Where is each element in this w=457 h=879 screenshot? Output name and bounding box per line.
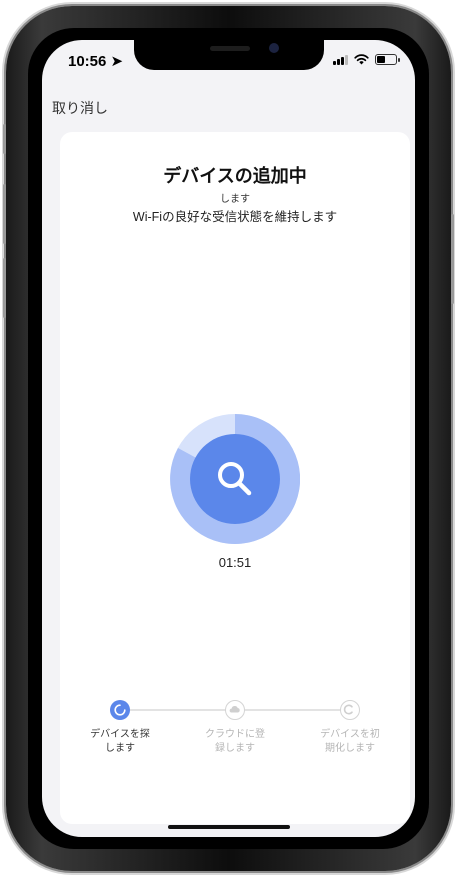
step-connector	[120, 709, 228, 711]
initialize-icon	[343, 704, 353, 715]
loading-icon	[114, 704, 126, 716]
step-2-label: クラウドに登 録します	[205, 729, 265, 754]
front-camera	[269, 43, 279, 53]
status-icons	[333, 54, 400, 65]
content-card: デバイスの追加中 します Wi-Fiの良好な受信状態を維持します 01:51 デ…	[60, 132, 410, 824]
speaker	[210, 46, 250, 51]
battery-icon	[375, 54, 400, 65]
status-time: 10:56 ➤	[68, 53, 124, 70]
cellular-signal-icon	[333, 54, 348, 65]
home-indicator[interactable]	[168, 825, 290, 829]
volume-up-button	[3, 184, 6, 244]
step-3-label: デバイスを初 期化します	[320, 729, 380, 754]
mute-switch	[3, 124, 6, 154]
notch	[134, 40, 324, 70]
volume-down-button	[3, 258, 6, 318]
subtitle: Wi-Fiの良好な受信状態を維持します	[132, 210, 338, 224]
step-connector	[242, 709, 350, 711]
scan-timer: 01:51	[218, 555, 252, 570]
page-title: デバイスの追加中	[163, 166, 307, 186]
wifi-icon	[354, 54, 369, 65]
step-1-indicator	[110, 700, 130, 720]
radar-core	[190, 434, 280, 524]
cloud-icon	[229, 706, 240, 713]
step-1-label: デバイスを探 します	[90, 729, 150, 754]
screen: 10:56 ➤ 取り消し デバイスの追加中 します Wi-Fiの良好な受信状態を…	[42, 40, 415, 837]
subtitle-small: します	[220, 194, 250, 205]
step-2-indicator	[225, 700, 245, 720]
scanning-radar	[170, 414, 300, 544]
power-button	[451, 214, 454, 304]
step-3-indicator	[340, 700, 360, 720]
phone-frame: 10:56 ➤ 取り消し デバイスの追加中 します Wi-Fiの良好な受信状態を…	[3, 6, 454, 871]
cancel-button[interactable]: 取り消し	[52, 98, 108, 118]
